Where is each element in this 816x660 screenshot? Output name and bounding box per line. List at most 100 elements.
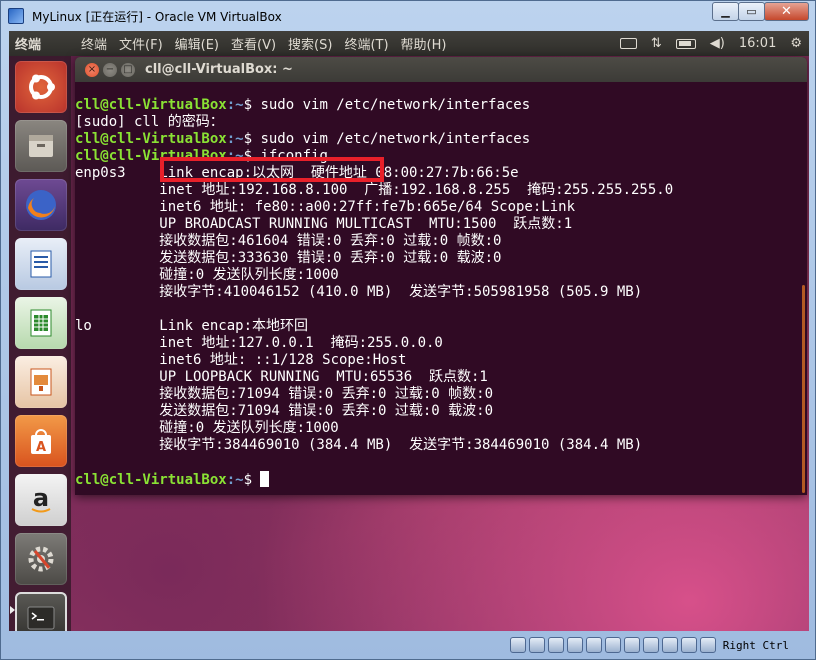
host-key-icon[interactable]: [699, 637, 716, 653]
mouse-integration-icon[interactable]: [680, 637, 697, 653]
gear-icon[interactable]: ⚙: [790, 36, 802, 51]
terminal-window[interactable]: × − □ cll@cll-VirtualBox: ~ cll@cll-Virt…: [75, 57, 807, 495]
shared-folders-icon[interactable]: [604, 637, 621, 653]
output-text: 接收数据包:461604 错误:0 丢弃:0 过载:0 帧数:0: [75, 233, 502, 249]
terminal-output-line: inet 地址:192.168.8.100 广播:192.168.8.255 掩…: [75, 182, 807, 199]
terminal-output-line: UP LOOPBACK RUNNING MTU:65536 跃点数:1: [75, 369, 807, 386]
panel-indicators: ⇅ ◀) 16:01 ⚙: [613, 31, 809, 56]
audio-icon[interactable]: [547, 637, 564, 653]
system-settings-icon[interactable]: [15, 533, 67, 585]
terminal-output-line: UP BROADCAST RUNNING MULTICAST MTU:1500 …: [75, 216, 807, 233]
terminal-output-line: inet 地址:127.0.0.1 掩码:255.0.0.0: [75, 335, 807, 352]
terminal-cursor: [260, 471, 270, 487]
output-text: UP LOOPBACK RUNNING MTU:65536 跃点数:1: [75, 369, 488, 385]
menu-file[interactable]: 文件(F): [119, 34, 163, 53]
output-text: 碰撞:0 发送队列长度:1000: [75, 420, 339, 436]
host-key-label: Right Ctrl: [722, 638, 789, 652]
prompt-symbol: $: [243, 97, 253, 113]
output-text: 接收数据包:71094 错误:0 丢弃:0 过载:0 帧数:0: [75, 386, 494, 402]
terminal-scrollbar[interactable]: [802, 285, 805, 493]
terminal-output-line: lo Link encap:本地环回: [75, 318, 807, 335]
terminal-output-line: 碰撞:0 发送队列长度:1000: [75, 267, 807, 284]
terminal-output-line: 接收字节:410046152 (410.0 MB) 发送字节:505981958…: [75, 284, 807, 301]
keyboard-icon[interactable]: [619, 38, 637, 49]
menu-terminal[interactable]: 终端: [81, 34, 107, 53]
menu-help[interactable]: 帮助(H): [401, 34, 447, 53]
top-panel: 终端 终端 文件(F) 编辑(E) 查看(V) 搜索(S) 终端(T) 帮助(H…: [9, 31, 809, 56]
terminal-prompt-line: cll@cll-VirtualBox:~$ sudo vim /etc/netw…: [75, 131, 807, 148]
output-text: inet6 地址: fe80::a00:27ff:fe7b:665e/64 Sc…: [75, 199, 576, 215]
prompt-path: :~: [226, 472, 244, 488]
usb-icon[interactable]: [585, 637, 602, 653]
network-icon[interactable]: [566, 637, 583, 653]
libreoffice-calc-icon[interactable]: [15, 297, 67, 349]
menu-terminal-t[interactable]: 终端(T): [344, 34, 388, 53]
launcher: A a: [9, 56, 71, 631]
prompt-path: :~: [226, 97, 244, 113]
virtualbox-app-icon: [8, 8, 24, 24]
ip-address-highlight: [160, 157, 384, 182]
amazon-icon[interactable]: a: [15, 474, 67, 526]
ubuntu-software-icon[interactable]: A: [15, 415, 67, 467]
optical-drive-icon[interactable]: [528, 637, 545, 653]
files-icon[interactable]: [15, 120, 67, 172]
close-button[interactable]: ✕: [764, 2, 809, 21]
terminal-output-line: 接收数据包:461604 错误:0 丢弃:0 过载:0 帧数:0: [75, 233, 807, 250]
terminal-maximize-button[interactable]: □: [121, 62, 135, 77]
close-icon: ✕: [781, 4, 792, 19]
output-text: 接收字节:384469010 (384.4 MB) 发送字节:384469010…: [75, 437, 643, 453]
svg-text:a: a: [33, 484, 49, 512]
hard-disk-icon[interactable]: [509, 637, 526, 653]
volume-icon[interactable]: ◀): [710, 36, 725, 51]
libreoffice-writer-icon[interactable]: [15, 238, 67, 290]
svg-text:A: A: [36, 440, 46, 455]
menu-search[interactable]: 搜索(S): [288, 34, 332, 53]
terminal-minimize-button[interactable]: −: [103, 62, 117, 77]
output-text: 碰撞:0 发送队列长度:1000: [75, 267, 339, 283]
terminal-output-line: 接收字节:384469010 (384.4 MB) 发送字节:384469010…: [75, 437, 807, 454]
firefox-icon[interactable]: [15, 179, 67, 231]
terminal-titlebar[interactable]: × − □ cll@cll-VirtualBox: ~: [75, 57, 807, 82]
output-text: [sudo] cll 的密码：: [75, 114, 224, 130]
terminal-launcher-icon[interactable]: [15, 592, 67, 631]
terminal-output-line: 发送数据包:333630 错误:0 丢弃:0 过载:0 载波:0: [75, 250, 807, 267]
window-controls: ▁ ▭ ✕: [712, 2, 809, 21]
minimize-icon: ▁: [721, 5, 730, 18]
menu-edit[interactable]: 编辑(E): [175, 34, 219, 53]
guest-desktop[interactable]: 终端 终端 文件(F) 编辑(E) 查看(V) 搜索(S) 终端(T) 帮助(H…: [9, 31, 809, 631]
ubuntu-dash-icon[interactable]: [15, 61, 67, 113]
minimize-button[interactable]: ▁: [712, 2, 739, 21]
output-text: inet 地址:192.168.8.100 广播:192.168.8.255 掩…: [75, 182, 674, 198]
clock[interactable]: 16:01: [739, 36, 776, 51]
maximize-icon: ▭: [746, 5, 757, 18]
prompt-symbol: $: [243, 472, 253, 488]
output-text: inet6 地址: ::1/128 Scope:Host: [75, 352, 407, 368]
output-text: inet 地址:127.0.0.1 掩码:255.0.0.0: [75, 335, 443, 351]
status-icons: [509, 637, 719, 653]
output-text: lo Link encap:本地环回: [75, 318, 309, 334]
prompt-user: cll@cll-VirtualBox: [75, 97, 227, 113]
terminal-prompt-line: cll@cll-VirtualBox:~$: [75, 471, 807, 488]
output-text: 发送数据包:71094 错误:0 丢弃:0 过载:0 载波:0: [75, 403, 494, 419]
terminal-output-line: 接收数据包:71094 错误:0 丢弃:0 过载:0 帧数:0: [75, 386, 807, 403]
close-icon: ×: [87, 63, 97, 75]
terminal-output[interactable]: cll@cll-VirtualBox:~$ sudo vim /etc/netw…: [75, 82, 807, 488]
prompt-user: cll@cll-VirtualBox: [75, 131, 227, 147]
menu-view[interactable]: 查看(V): [231, 34, 276, 53]
terminal-output-line: [sudo] cll 的密码：: [75, 114, 807, 131]
prompt-path: :~: [226, 131, 244, 147]
terminal-prompt-line: cll@cll-VirtualBox:~$ sudo vim /etc/netw…: [75, 97, 807, 114]
display-icon[interactable]: [623, 637, 640, 653]
video-capture-icon[interactable]: [642, 637, 659, 653]
maximize-button[interactable]: ▭: [738, 2, 765, 21]
prompt-user: cll@cll-VirtualBox: [75, 472, 227, 488]
virtualbox-statusbar: Right Ctrl: [1, 631, 815, 659]
network-arrows-icon[interactable]: ⇅: [651, 36, 662, 51]
virtualization-icon[interactable]: [661, 637, 678, 653]
libreoffice-impress-icon[interactable]: [15, 356, 67, 408]
terminal-close-button[interactable]: ×: [85, 62, 99, 77]
battery-icon[interactable]: [675, 38, 696, 49]
virtualbox-titlebar[interactable]: MyLinux [正在运行] - Oracle VM VirtualBox ▁ …: [1, 1, 815, 31]
